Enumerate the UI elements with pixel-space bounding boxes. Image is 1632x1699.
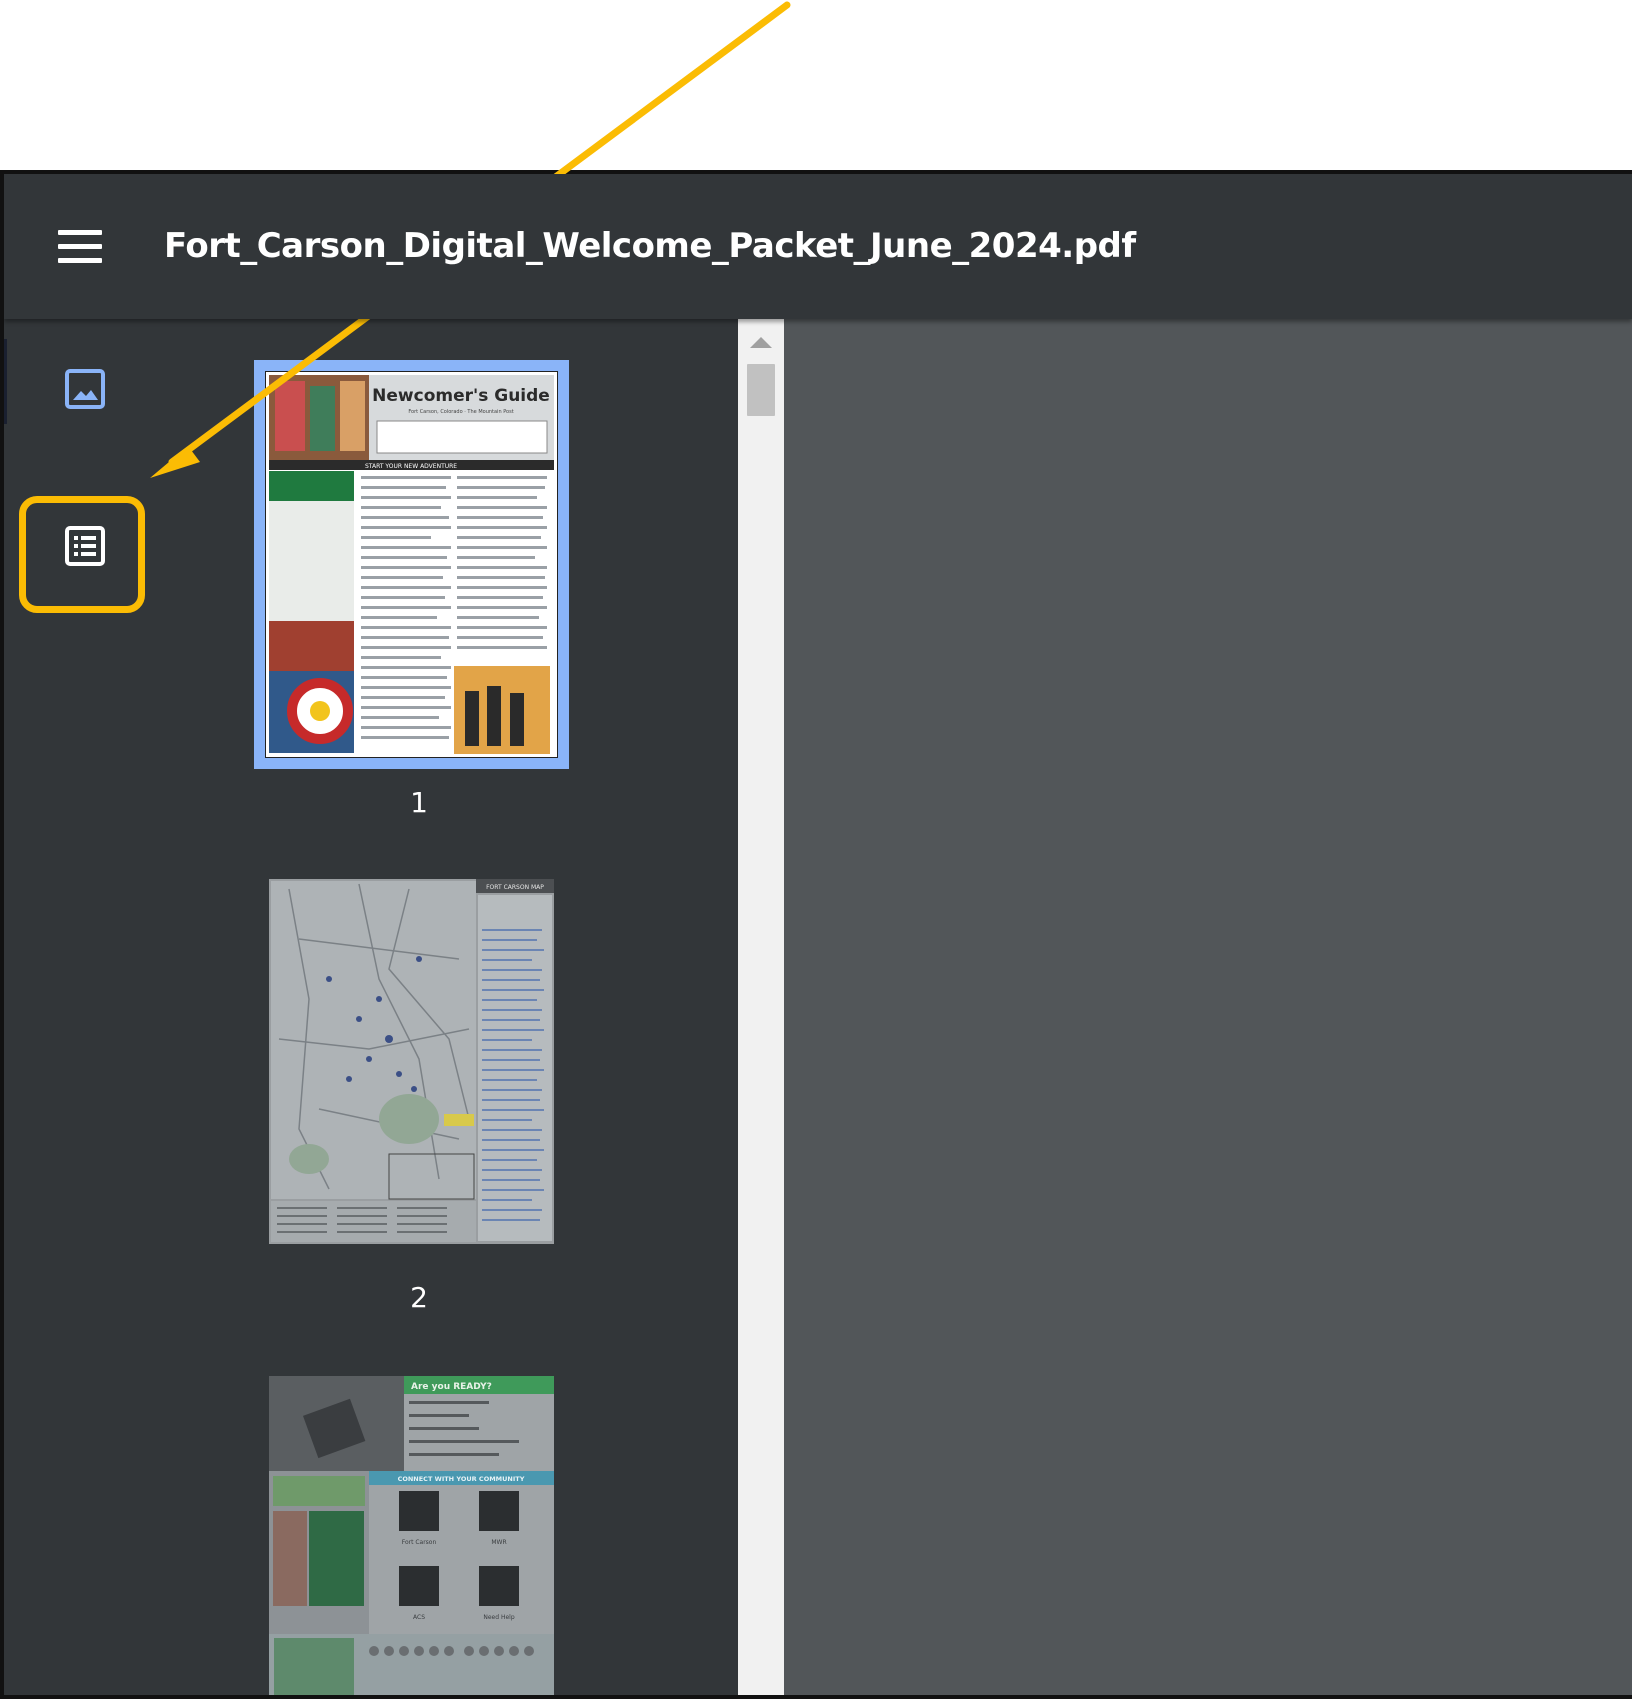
page-3-qr-label-2: MWR bbox=[491, 1539, 506, 1546]
toolbar: Fort_Carson_Digital_Welcome_Packet_June_… bbox=[4, 174, 1632, 319]
page-3-qr-label-1: Fort Carson bbox=[402, 1539, 437, 1546]
page-3-heading: Are you READY? bbox=[411, 1382, 492, 1392]
page-3-qr-label-3: ACS bbox=[413, 1614, 425, 1621]
document-outline-button[interactable] bbox=[58, 519, 112, 573]
page-number-2: 2 bbox=[410, 1281, 428, 1314]
scroll-up-arrow-icon[interactable] bbox=[750, 337, 772, 348]
page-3-subheading: CONNECT WITH YOUR COMMUNITY bbox=[398, 1475, 525, 1483]
page-3-preview: Are you READY? CONNECT WITH YOUR COMMUNI… bbox=[269, 1376, 554, 1695]
document-title: Fort_Carson_Digital_Welcome_Packet_June_… bbox=[164, 226, 1136, 266]
page-1-preview: Newcomer's Guide Fort Carson, Colorado ·… bbox=[265, 371, 558, 758]
page-thumbnail-3[interactable]: Are you READY? CONNECT WITH YOUR COMMUNI… bbox=[269, 1376, 554, 1695]
page-2-preview: FORT CARSON MAP bbox=[269, 879, 554, 1244]
page-3-qr-label-4: Need Help bbox=[483, 1614, 514, 1621]
thumbnail-list: Newcomer's Guide Fort Carson, Colorado ·… bbox=[154, 319, 684, 1695]
page-1-section-title: START YOUR NEW ADVENTURE bbox=[365, 463, 457, 470]
pdf-viewer-window: Fort_Carson_Digital_Welcome_Packet_June_… bbox=[0, 170, 1632, 1699]
image-icon bbox=[65, 369, 105, 409]
thumbnail-scrollbar[interactable] bbox=[738, 319, 784, 1695]
sidebar: Newcomer's Guide Fort Carson, Colorado ·… bbox=[4, 319, 738, 1695]
page-1-heading: Newcomer's Guide bbox=[372, 386, 550, 406]
page-thumbnail-1[interactable]: Newcomer's Guide Fort Carson, Colorado ·… bbox=[254, 360, 569, 769]
page-thumbnail-2[interactable]: FORT CARSON MAP bbox=[269, 879, 554, 1244]
page-2-heading: FORT CARSON MAP bbox=[486, 884, 544, 891]
page-number-1: 1 bbox=[410, 786, 428, 819]
list-outline-icon bbox=[65, 526, 105, 566]
hamburger-menu-icon[interactable] bbox=[58, 230, 102, 264]
sidebar-active-indicator bbox=[4, 339, 7, 424]
page-1-subheading: Fort Carson, Colorado · The Mountain Pos… bbox=[408, 409, 513, 415]
scrollbar-thumb[interactable] bbox=[747, 364, 775, 416]
thumbnail-view-button[interactable] bbox=[58, 362, 112, 416]
document-viewport[interactable] bbox=[784, 319, 1632, 1695]
